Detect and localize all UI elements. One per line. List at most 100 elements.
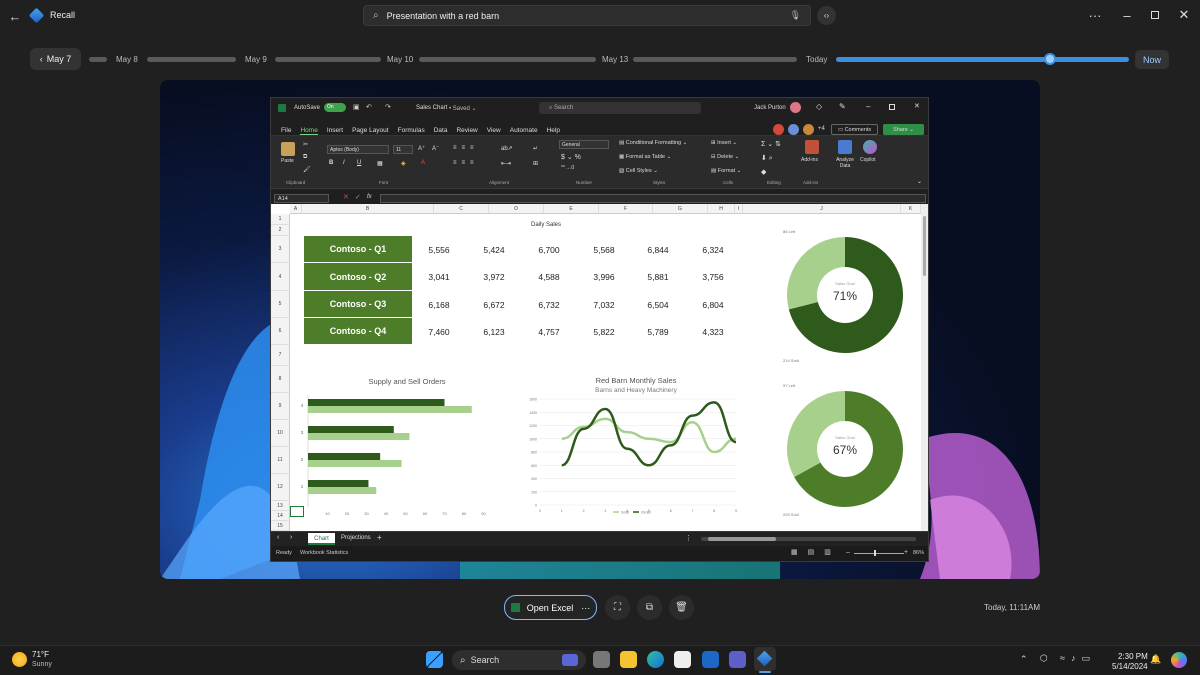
ribbon-tab-automate[interactable]: Automate <box>510 127 538 135</box>
close-icon[interactable]: ✕ <box>1177 7 1191 22</box>
formula-input[interactable] <box>380 194 926 203</box>
column-header-e[interactable]: E <box>544 204 599 214</box>
bold-icon[interactable]: B <box>329 160 333 166</box>
decimal-icon[interactable]: ⁰⁰→.0 <box>561 165 574 171</box>
format-cells-button[interactable]: ▤ Format ⌄ <box>711 168 741 174</box>
ribbon-tab-help[interactable]: Help <box>547 127 560 135</box>
clock-date[interactable]: 5/14/2024 <box>1112 662 1148 671</box>
enter-icon[interactable]: ✓ <box>355 193 361 201</box>
clock-time[interactable]: 2:30 PM <box>1118 652 1148 661</box>
font-color-icon[interactable]: A <box>421 160 425 166</box>
redo-icon[interactable]: ↷ <box>385 103 391 111</box>
copy-icon[interactable]: ⧉ <box>637 595 662 620</box>
font-size-select[interactable]: 11 <box>393 145 413 154</box>
column-header-k[interactable]: K <box>901 204 921 214</box>
more-options-icon[interactable]: ··· <box>1088 8 1102 23</box>
edge-icon[interactable] <box>647 651 664 668</box>
fill-icon[interactable]: ⬇ ⌕ <box>761 154 773 163</box>
row-header-14[interactable]: 14 <box>271 511 290 521</box>
quarter-label-cell[interactable]: Contoso - Q2 <box>304 263 412 291</box>
cut-icon[interactable]: ✂ <box>303 141 308 148</box>
row-header-7[interactable]: 7 <box>271 345 290 366</box>
row-header-12[interactable]: 12 <box>271 474 290 501</box>
value-cell[interactable]: 6,804 <box>686 291 740 318</box>
selected-cell[interactable] <box>290 506 304 517</box>
store-icon[interactable] <box>674 651 691 668</box>
value-cell[interactable]: 3,972 <box>467 263 521 291</box>
search-input[interactable]: Presentation with a red barn <box>387 11 500 21</box>
value-cell[interactable]: 5,568 <box>577 236 631 263</box>
quarter-label-cell[interactable]: Contoso - Q4 <box>304 318 412 345</box>
prev-sheet-icon[interactable]: ‹ <box>277 534 279 541</box>
add-sheet-icon[interactable]: + <box>377 533 382 542</box>
value-cell[interactable]: 5,556 <box>412 236 466 263</box>
column-header-a[interactable]: A <box>290 204 302 214</box>
fill-color-icon[interactable]: ◈ <box>401 160 406 167</box>
value-cell[interactable]: 4,757 <box>522 318 576 345</box>
ribbon-tab-formulas[interactable]: Formulas <box>398 127 425 135</box>
row-header-6[interactable]: 6 <box>271 318 290 345</box>
increase-font-icon[interactable]: A⁺ <box>418 145 425 152</box>
windows-start-icon[interactable] <box>426 651 443 668</box>
add-ins-icon[interactable] <box>805 140 819 154</box>
copy-icon[interactable]: ⧉ <box>303 154 307 161</box>
value-cell[interactable]: 3,041 <box>412 263 466 291</box>
previous-date-button[interactable]: ‹ May 7 <box>30 48 81 70</box>
row-header-10[interactable]: 10 <box>271 420 290 447</box>
cell-styles-button[interactable]: ▧ Cell Styles ⌄ <box>619 168 658 174</box>
row-header-8[interactable]: 8 <box>271 366 290 393</box>
timeline-slider-thumb[interactable] <box>1043 53 1056 65</box>
orientation-icon[interactable]: ab↗ <box>501 145 513 152</box>
close-icon[interactable]: ✕ <box>914 102 920 110</box>
copilot-button[interactable]: Copilot <box>860 157 876 163</box>
value-cell[interactable]: 6,672 <box>467 291 521 318</box>
decrease-font-icon[interactable]: A⁻ <box>432 145 439 152</box>
zoom-slider[interactable] <box>854 553 904 554</box>
autosave-toggle[interactable]: On <box>324 103 346 112</box>
teams-icon[interactable] <box>729 651 746 668</box>
row-header-13[interactable]: 13 <box>271 501 290 511</box>
column-header-c[interactable]: C <box>434 204 489 214</box>
view-mode-icons[interactable]: ▦▤▥ <box>791 548 841 556</box>
merge-icon[interactable]: ⊞ <box>533 160 538 167</box>
font-name-select[interactable]: Aptos (Body) <box>327 145 389 154</box>
snapshot-preview[interactable]: AutoSave On ▣ ↶ ↷ Sales Chart • Saved ⌄ … <box>160 80 1040 579</box>
chevron-up-icon[interactable]: ⌃ <box>1020 654 1028 665</box>
back-icon[interactable]: ← <box>8 9 22 24</box>
value-cell[interactable]: 3,756 <box>686 263 740 291</box>
analyze-data-button[interactable]: Analyze Data <box>834 157 856 169</box>
sun-icon[interactable] <box>12 652 27 667</box>
align-top-icons[interactable]: ≡≡≡ <box>453 145 479 151</box>
copilot-icon[interactable] <box>1171 652 1187 668</box>
scrollbar-thumb[interactable] <box>923 216 926 276</box>
microphone-icon[interactable]: 🎙 <box>790 10 801 21</box>
weather-temp[interactable]: 71°F <box>32 650 49 659</box>
worksheet-grid[interactable]: Daily Sales Supply and Sell Orders 4 3 2 1 10… <box>271 204 928 531</box>
column-header-b[interactable]: B <box>302 204 434 214</box>
sheet-tab-projections[interactable]: Projections <box>341 535 371 541</box>
more-options-icon[interactable]: ··· <box>581 603 590 613</box>
ribbon-tab-review[interactable]: Review <box>456 127 477 135</box>
insert-cells-button[interactable]: ⊞ Insert ⌄ <box>711 140 737 146</box>
sales-goal-donut-1[interactable]: Sales Goal 71% 86 Left 214 Sold <box>751 218 921 364</box>
zoom-slider-thumb[interactable] <box>874 550 876 556</box>
value-cell[interactable]: 5,881 <box>631 263 685 291</box>
timeline-today-track[interactable] <box>836 57 1129 62</box>
row-header-2[interactable]: 2 <box>271 225 290 236</box>
supply-sell-chart[interactable]: Supply and Sell Orders 4 3 2 1 10 20 30 40 50 60 70… <box>298 369 516 519</box>
row-header-1[interactable]: 1 <box>271 214 290 225</box>
quarter-label-cell[interactable]: Contoso - Q1 <box>304 236 412 263</box>
network-icon[interactable]: ⬡ <box>1040 653 1048 664</box>
monthly-sales-chart[interactable]: Red Barn Monthly Sales Barns and Heavy Ma… <box>518 369 743 519</box>
value-cell[interactable]: 6,324 <box>686 236 740 263</box>
column-header-f[interactable]: F <box>599 204 653 214</box>
row-header-9[interactable]: 9 <box>271 393 290 420</box>
more-sheets-icon[interactable]: ⋮ <box>685 534 692 542</box>
add-ins-button[interactable]: Add-ins <box>801 157 818 163</box>
diamond-icon[interactable]: ◇ <box>816 102 822 111</box>
code-view-icon[interactable]: ‹› <box>817 6 836 25</box>
value-cell[interactable]: 6,123 <box>467 318 521 345</box>
now-button[interactable]: Now <box>1135 50 1169 69</box>
format-as-table-button[interactable]: ▦ Format as Table ⌄ <box>619 154 671 160</box>
column-header-h[interactable]: H <box>708 204 735 214</box>
